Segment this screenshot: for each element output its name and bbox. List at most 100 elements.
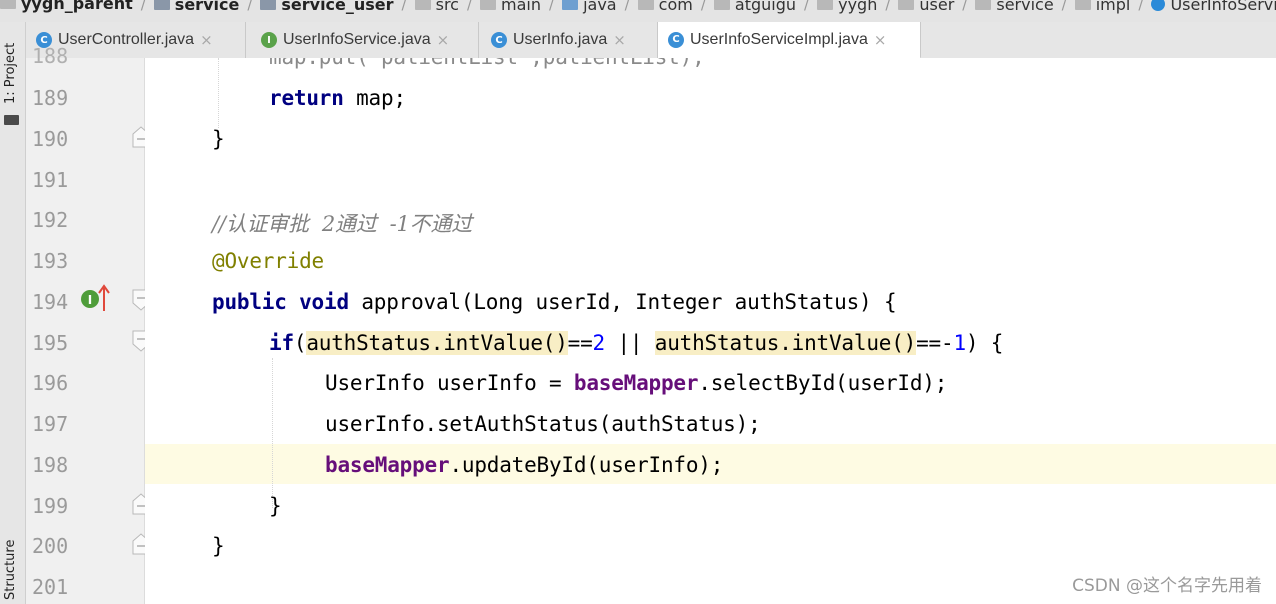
keyword: public	[212, 290, 287, 314]
code-line-195: if(authStatus.intValue()==2 || authStatu…	[269, 331, 1003, 355]
breadcrumb-separator: /	[401, 0, 407, 13]
line-number: 197	[32, 412, 69, 436]
editor-gutter[interactable]: 188 189 190 191 192 193 194 195 196 197 …	[26, 44, 184, 604]
breadcrumb-separator: /	[1138, 0, 1144, 13]
package-icon	[817, 0, 834, 10]
source-folder-icon	[562, 0, 579, 10]
navigation-bar: yygh_parent / service / service_user / src / mai…	[0, 0, 1276, 22]
overrides-arrow-icon[interactable]	[98, 284, 110, 312]
breadcrumb-item[interactable]: / service	[954, 0, 1054, 15]
code-token: .updateById(userInfo);	[449, 453, 724, 477]
line-number: 190	[32, 127, 69, 151]
indent-guide	[272, 358, 273, 508]
breadcrumb-item[interactable]: / atguigu	[693, 0, 796, 15]
breadcrumb-item[interactable]: / yygh	[796, 0, 877, 15]
breadcrumb-item[interactable]: / main	[459, 0, 541, 15]
code-line-197: userInfo.setAuthStatus(authStatus);	[325, 412, 761, 436]
close-icon[interactable]: ×	[437, 31, 450, 49]
number-literal: 2	[592, 331, 606, 355]
line-number: 194	[32, 290, 69, 314]
line-number: 188	[32, 44, 69, 68]
line-number: 189	[32, 86, 69, 110]
breadcrumb-label: main	[501, 0, 542, 14]
breadcrumb: yygh_parent / service / service_user / src / mai…	[0, 0, 1276, 14]
tab-label: UserInfo.java	[513, 31, 608, 48]
breadcrumb-label: impl	[1095, 0, 1131, 14]
code-token: ) {	[965, 331, 1004, 355]
breadcrumb-separator: /	[700, 0, 706, 13]
left-tool-strip: 1: Project Structure	[0, 22, 26, 604]
breadcrumb-label: service	[996, 0, 1054, 14]
breadcrumb-item[interactable]: / service_user	[239, 0, 394, 15]
tab-user-info-service[interactable]: I UserInfoService.java ×	[251, 22, 479, 58]
breadcrumb-item[interactable]: / impl	[1054, 0, 1131, 15]
keyword: if	[269, 331, 294, 355]
breadcrumb-label: java	[583, 0, 617, 14]
breadcrumb-label: UserInfoServiceImpl	[1170, 0, 1276, 14]
code-editor[interactable]: map.put("patientList",patientList); retu…	[145, 58, 1276, 604]
folder-icon	[0, 0, 16, 9]
watermark: CSDN @这个名字先用着	[1072, 576, 1262, 596]
breadcrumb-separator: /	[804, 0, 810, 13]
close-icon[interactable]: ×	[200, 31, 213, 49]
structure-tool-button[interactable]: Structure	[0, 527, 25, 602]
breadcrumb-label: atguigu	[734, 0, 797, 14]
keyword: void	[286, 290, 349, 314]
project-tool-button[interactable]: 1: Project	[0, 32, 25, 112]
breadcrumb-item[interactable]: / user	[877, 0, 954, 15]
indent-guide	[218, 58, 219, 128]
class-icon: C	[668, 31, 684, 48]
breadcrumb-item[interactable]: / java	[541, 0, 617, 15]
breadcrumb-separator: /	[962, 0, 968, 13]
code-line-194: public void approval(Long userId, Intege…	[212, 290, 897, 314]
code-line-partial: map.put("patientList",patientList);	[269, 58, 705, 69]
breadcrumb-item[interactable]: / UserInfoServiceImpl	[1130, 0, 1276, 15]
line-number: 199	[32, 494, 69, 518]
package-icon	[898, 0, 915, 10]
breadcrumb-label: service	[174, 0, 240, 14]
tab-label: UserInfoService.java	[283, 31, 431, 48]
implements-method-icon[interactable]: I	[80, 289, 100, 309]
interface-icon: I	[261, 32, 277, 48]
tab-user-info[interactable]: C UserInfo.java ×	[481, 22, 658, 58]
package-icon	[975, 0, 992, 10]
line-number: 196	[32, 371, 69, 395]
breadcrumb-item[interactable]: / com	[617, 0, 693, 15]
tab-label: UserInfoServiceImpl.java	[690, 30, 868, 48]
number-literal: 1	[953, 331, 966, 355]
breadcrumb-label: src	[435, 0, 459, 14]
breadcrumb-separator: /	[624, 0, 630, 13]
code-line-196: UserInfo userInfo = baseMapper.selectByI…	[325, 371, 947, 395]
code-annotation: @Override	[212, 249, 324, 273]
code-line-199: }	[269, 494, 282, 518]
code-line-200: }	[212, 534, 225, 558]
code-token: .selectById(userId);	[698, 371, 948, 395]
code-token: UserInfo userInfo =	[325, 371, 574, 395]
line-number: 193	[32, 249, 69, 273]
module-icon	[153, 0, 170, 10]
line-number: 201	[32, 575, 69, 599]
breadcrumb-item[interactable]: / service	[133, 0, 240, 15]
code-line-189: return map;	[269, 86, 406, 110]
breadcrumb-separator: /	[247, 0, 253, 13]
folder-icon	[480, 0, 497, 10]
package-icon	[637, 0, 654, 10]
breadcrumb-item[interactable]: / src	[394, 0, 459, 15]
close-icon[interactable]: ×	[613, 31, 626, 49]
close-icon[interactable]: ×	[874, 31, 887, 49]
keyword: return	[269, 86, 344, 110]
field-reference: baseMapper	[573, 371, 699, 395]
project-folder-icon	[4, 115, 19, 125]
code-token: (	[293, 331, 307, 355]
usage-highlight: authStatus.intValue()	[306, 331, 568, 355]
code-token: map;	[343, 86, 406, 110]
tab-label: UserController.java	[58, 31, 195, 48]
breadcrumb-label: yygh	[838, 0, 878, 14]
code-line-198: baseMapper.updateById(userInfo);	[325, 453, 723, 477]
line-number: 195	[32, 331, 69, 355]
line-number: 198	[32, 453, 69, 477]
breadcrumb-item[interactable]: yygh_parent	[0, 0, 133, 14]
code-token: ||	[605, 331, 655, 355]
usage-highlight: authStatus.intValue()	[654, 331, 917, 355]
tab-user-info-service-impl[interactable]: C UserInfoServiceImpl.java ×	[658, 22, 921, 59]
